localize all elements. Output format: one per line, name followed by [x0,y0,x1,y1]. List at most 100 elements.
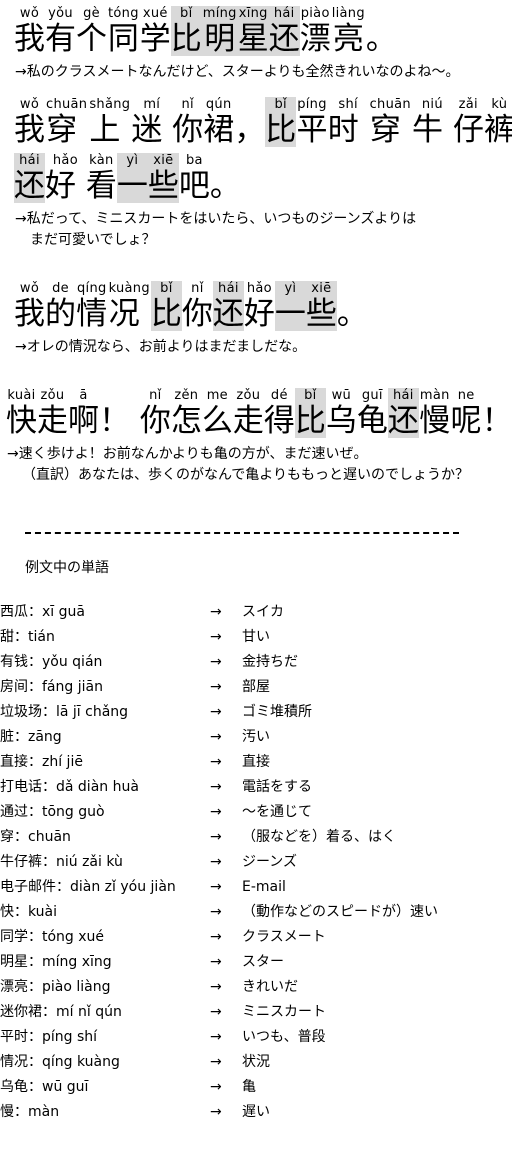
arrow-icon: → [210,904,222,920]
vocabulary-row: 直接：zhí jiē → 直接 [0,750,438,775]
vocabulary-row: 情况：qíng kuàng → 状況 [0,1050,438,1075]
ruby-unit: nǐ 你 [182,281,213,331]
ruby-unit: hái 还 [212,281,244,332]
vocabulary-term: 房间：fáng jiān [0,679,103,695]
pinyin-text: zǎi [458,97,478,112]
arrow-icon: → [210,654,222,670]
vocabulary-term: 西瓜：xī guā [0,604,85,620]
vocabulary-translation: スター [242,954,284,970]
ruby-unit: tóng 同 [107,6,140,56]
hanzi-text: 一 [116,168,148,204]
ruby-unit: wū 乌 [326,388,357,438]
arrow-icon: → [210,1029,222,1045]
hanzi-text: 明 [204,21,236,57]
ruby-unit: yì 一 [116,153,148,204]
pinyin-text: píng [297,97,327,112]
pinyin-text: wū [331,388,352,403]
ruby-unit: ba 吧 [179,153,210,203]
ruby-unit: gè 个 [76,6,107,56]
hanzi-text: 穿 [369,112,411,148]
vocabulary-translation: E-mail [242,879,286,895]
hanzi-text: 还 [212,296,244,332]
vocabulary-row: 平时：píng shí → いつも、普段 [0,1025,438,1050]
pinyin-text: kàn [89,153,114,168]
translation-line: まだ可愛いでしょ？ [30,232,156,248]
pinyin-text [246,97,252,113]
pinyin-text: shǎng [89,97,131,112]
vocabulary-term: 打电话：dǎ diàn huà [0,779,139,795]
ruby-unit: màn 慢 [419,388,451,438]
ruby-unit: ！ [482,388,512,438]
ruby-unit: liàng 亮 [331,6,366,56]
ruby-unit: yǒu 有 [45,6,76,56]
pinyin-text: mí [143,97,161,112]
ruby-unit: bǐ 比 [150,281,182,331]
vocabulary-translation: （動作などのスピードが）速い [242,904,438,920]
arrow-icon: → [210,704,222,720]
ruby-unit: nǐ 你 [172,97,203,147]
ruby-unit: nǐ 你 [140,388,171,438]
hanzi-text: ！ [481,403,512,439]
example-block-4: kuài 快 zǒu 走 ā 啊 ！ nǐ 你 zěn 怎 me 么 zǒu 走 dé 得 bǐ 比 wū 乌 guī… [0,388,512,486]
ruby-unit: shí 时 [328,97,369,147]
ruby-unit: kuàng 况 [108,281,151,331]
hanzi-text: 还 [387,403,419,439]
hanzi-text: ！ [99,403,140,439]
arrow-icon: → [210,929,222,945]
pinyin-text: qíng [77,281,107,296]
arrow-icon: → [210,679,222,695]
pinyin-text: nǐ [181,97,194,112]
pinyin-text: qún [205,97,232,112]
arrow-icon: → [210,604,222,620]
vocabulary-term: 情况：qíng kuàng [0,1054,120,1070]
vocabulary-term: 脏：zāng [0,729,62,745]
vocabulary-row: 西瓜：xī guā → スイカ [0,600,438,625]
vocabulary-row: 脏：zāng → 汚い [0,725,438,750]
vocabulary-term: 穿：chuān [0,829,71,845]
ruby-unit: míng 明 [201,6,238,57]
pinyin-text [222,153,228,169]
pinyin-text: xiē [311,281,332,296]
vocabulary-row: 快：kuài → （動作などのスピードが）速い [0,900,438,925]
pinyin-text: ba [185,153,203,168]
vocabulary-term: 快：kuài [0,904,58,920]
arrow-icon: → [210,754,222,770]
hanzi-text: 些 [305,296,337,332]
ruby-unit: zǒu 走 [233,388,264,438]
hanzi-text: 漂 [299,21,331,57]
vocabulary-term: 甜：tián [0,629,55,645]
pinyin-text: yì [284,281,297,296]
hanzi-text: 学 [139,21,171,57]
ruby-unit: zǒu 走 [37,388,68,438]
ruby-unit: hái 还 [387,388,419,439]
vocabulary-term: 同学：tóng xué [0,929,105,945]
pinyin-text: wǒ [19,6,40,21]
hanzi-text: 还 [268,21,300,57]
hanzi-text: 裤 [483,112,512,148]
translation-line: →速く歩けよ！お前なんかよりも亀の方が、まだ速いぜ。 [7,446,368,462]
vocabulary-translation: ～を通じて [242,804,312,820]
pinyin-text: hái [393,388,414,403]
vocabulary-term: 慢：màn [0,1104,60,1120]
pinyin-text: zěn [174,388,199,403]
ruby-line: wǒ 我 de 的 qíng 情 kuàng 况 bǐ 比 nǐ 你 hái 还 hǎo 好 yì 一 xiē 些 … [14,281,512,331]
ruby-unit: de 的 [45,281,76,331]
example-block-1: wǒ 我 yǒu 有 gè 个 tóng 同 xué 学 bǐ 比 míng 明 xīng 星 hái 还 piào… [0,6,512,83]
translation-line: （直訳）あなたは、歩くのがなんで亀よりももっと遅いのでしょうか？ [22,467,470,483]
pinyin-text: xiē [153,153,174,168]
ruby-unit: bǐ 比 [265,97,297,147]
pinyin-text: yǒu [48,6,73,21]
ruby-unit: piào 漂 [300,6,331,56]
pinyin-text: xīng [238,6,268,21]
pinyin-text: gè [83,6,100,21]
ruby-unit: dé 得 [264,388,295,438]
hanzi-text: 走 [232,403,264,439]
hanzi-text: 迷 [131,112,173,148]
example-block-3: wǒ 我 de 的 qíng 情 kuàng 况 bǐ 比 nǐ 你 hái 还 hǎo 好 yì 一 xiē 些 … [0,281,512,358]
hanzi-text: 乌 [325,403,357,439]
pinyin-text: hǎo [246,281,272,296]
hanzi-text: 好 [243,296,275,332]
vocabulary-term: 明星：míng xīng [0,954,112,970]
ruby-unit: hái 还 [268,6,300,57]
